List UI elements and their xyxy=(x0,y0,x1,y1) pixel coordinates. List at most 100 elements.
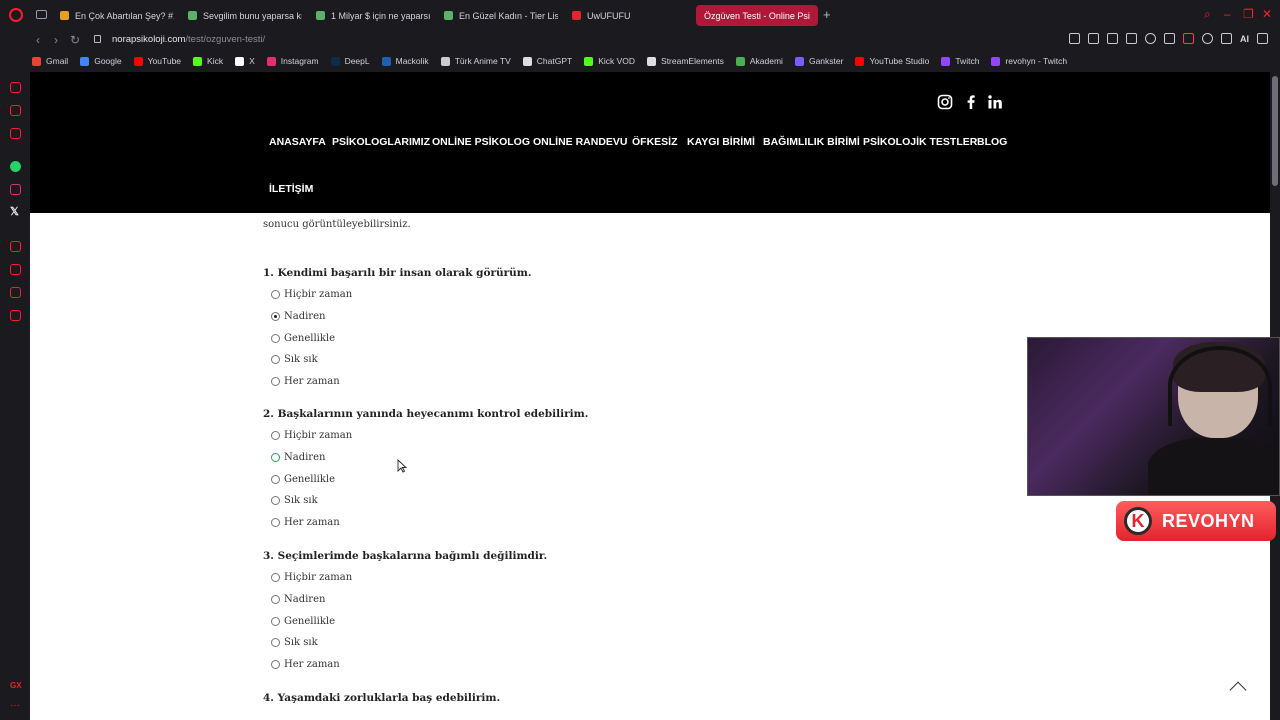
facebook-icon[interactable] xyxy=(963,94,979,110)
radio-button[interactable] xyxy=(271,311,280,321)
answer-option[interactable]: Hiçbir zaman xyxy=(271,572,352,583)
bookmark-item[interactable]: YouTube xyxy=(133,56,181,66)
nav-anxiety[interactable]: KAYGI BİRİMİ xyxy=(687,136,755,148)
url-field[interactable]: norapsikoloji.com/test/ozguven-testi/ xyxy=(112,34,265,45)
nav-home[interactable]: ANASAYFA xyxy=(269,136,326,148)
aria-icon[interactable] xyxy=(10,82,21,93)
radio-button[interactable] xyxy=(271,573,280,582)
radio-button[interactable] xyxy=(271,518,280,528)
nav-online-appointment[interactable]: ONLİNE RANDEVU xyxy=(533,136,628,148)
bookmark-item[interactable]: ChatGPT xyxy=(522,56,572,66)
radio-button[interactable] xyxy=(271,660,280,670)
radio-button[interactable] xyxy=(271,431,280,440)
lock-icon[interactable] xyxy=(94,35,101,43)
reload-icon[interactable]: ↻ xyxy=(70,33,80,47)
radio-button[interactable] xyxy=(271,355,280,365)
radio-button[interactable] xyxy=(271,290,280,299)
tab-4[interactable]: En Güzel Kadın - Tier List xyxy=(436,5,558,26)
bookmark-item[interactable]: revohyn - Twitch xyxy=(991,56,1067,66)
back-to-top-icon[interactable] xyxy=(1229,681,1247,699)
messenger-icon[interactable] xyxy=(10,128,21,139)
answer-option[interactable]: Nadiren xyxy=(271,311,325,322)
bookmark-item[interactable]: Kick VOD xyxy=(584,56,635,66)
answer-option[interactable]: Genellikle xyxy=(271,474,335,485)
nav-tests[interactable]: PSİKOLOJİK TESTLER xyxy=(863,136,977,148)
more-icon[interactable]: ··· xyxy=(10,701,21,713)
bookmark-item[interactable]: Mackolik xyxy=(381,56,429,66)
tab-overview-icon[interactable] xyxy=(36,10,47,19)
radio-button[interactable] xyxy=(271,616,280,626)
bookmark-item[interactable]: X xyxy=(235,56,255,66)
new-tab-button[interactable]: + xyxy=(823,8,831,21)
answer-option[interactable]: Her zaman xyxy=(271,376,340,387)
gx-icon[interactable]: GX xyxy=(10,680,22,691)
answer-option[interactable]: Hiçbir zaman xyxy=(271,289,352,300)
close-icon[interactable]: ✕ xyxy=(1262,8,1272,20)
extension-icon[interactable] xyxy=(1164,33,1175,44)
minimize-icon[interactable]: – xyxy=(1224,8,1231,20)
extensions-icon[interactable] xyxy=(10,287,21,298)
instagram-icon[interactable] xyxy=(10,184,21,195)
menu-icon[interactable] xyxy=(1257,33,1268,44)
ai-button[interactable]: AI xyxy=(1240,34,1249,44)
bookmark-item[interactable]: Türk Anime TV xyxy=(440,56,511,66)
bookmark-item[interactable]: YouTube Studio xyxy=(855,56,929,66)
heart-icon[interactable] xyxy=(1145,33,1156,44)
nav-ofkesiz[interactable]: ÖFKESİZ xyxy=(632,136,678,148)
answer-option[interactable]: Her zaman xyxy=(271,517,340,528)
bookmark-item[interactable]: Twitch xyxy=(941,56,979,66)
radio-button[interactable] xyxy=(271,638,280,648)
radio-button[interactable] xyxy=(271,496,280,506)
scrollbar-thumb[interactable] xyxy=(1272,76,1278,186)
bookmark-item[interactable]: Gmail xyxy=(32,56,68,66)
forward-icon[interactable]: › xyxy=(54,33,58,47)
linkedin-icon[interactable] xyxy=(987,94,1003,110)
nav-addiction[interactable]: BAĞIMLILIK BİRİMİ xyxy=(763,136,860,148)
shield-icon[interactable] xyxy=(1107,33,1118,44)
nav-psychologists[interactable]: PSİKOLOGLARIMIZ xyxy=(332,136,430,148)
bookmark-item[interactable]: Google xyxy=(80,56,122,66)
x-icon[interactable]: 𝕏 xyxy=(10,207,21,218)
nav-contact[interactable]: İLETİŞİM xyxy=(269,183,313,195)
bookmark-item[interactable]: Instagram xyxy=(266,56,319,66)
radio-button[interactable] xyxy=(271,474,280,484)
bookmark-item[interactable]: Kick xyxy=(193,56,223,66)
tab-2[interactable]: Sevgilim bunu yaparsa kız xyxy=(180,5,302,26)
bookmark-icon[interactable] xyxy=(1069,33,1080,44)
nav-online-psychologist[interactable]: ONLİNE PSİKOLOG xyxy=(432,136,530,148)
tab-3[interactable]: 1 Milyar $ için ne yaparsın xyxy=(308,5,430,26)
bookmark-item[interactable]: Gankster xyxy=(794,56,843,66)
search-icon[interactable]: ⌕ xyxy=(1204,8,1211,20)
answer-option[interactable]: Sık sık xyxy=(271,354,318,365)
bookmark-item[interactable]: DeepL xyxy=(330,56,370,66)
nav-blog[interactable]: BLOG xyxy=(977,136,1007,148)
bookmark-item[interactable]: Akademi xyxy=(735,56,783,66)
maximize-icon[interactable]: ❐ xyxy=(1243,8,1254,20)
whatsapp-icon[interactable] xyxy=(10,161,21,172)
tab-1[interactable]: En Çok Abartılan Şey? #1 · xyxy=(52,5,174,26)
back-icon[interactable]: ‹ xyxy=(36,33,40,47)
answer-option[interactable]: Hiçbir zaman xyxy=(271,430,352,441)
download-icon[interactable] xyxy=(1221,33,1232,44)
tab-5[interactable]: UwUFUFU xyxy=(564,5,686,26)
puzzle-icon[interactable] xyxy=(1202,33,1213,44)
play-icon[interactable] xyxy=(1126,33,1137,44)
radio-button[interactable] xyxy=(271,452,280,462)
history-icon[interactable] xyxy=(10,264,21,275)
answer-option[interactable]: Sık sık xyxy=(271,495,318,506)
answer-option[interactable]: Sık sık xyxy=(271,637,318,648)
answer-option[interactable]: Her zaman xyxy=(271,659,340,670)
radio-button[interactable] xyxy=(271,333,280,343)
twitch-icon[interactable] xyxy=(10,105,21,116)
instagram-icon[interactable] xyxy=(937,94,953,110)
settings-icon[interactable] xyxy=(10,310,21,321)
answer-option[interactable]: Nadiren xyxy=(271,594,325,605)
opera-logo-icon[interactable] xyxy=(9,8,23,22)
radio-button[interactable] xyxy=(271,377,280,387)
answer-option[interactable]: Genellikle xyxy=(271,616,335,627)
snapshot-icon[interactable] xyxy=(1088,33,1099,44)
answer-option[interactable]: Nadiren xyxy=(271,452,325,463)
player-icon[interactable] xyxy=(10,241,21,252)
radio-button[interactable] xyxy=(271,594,280,604)
bookmark-item[interactable]: StreamElements xyxy=(647,56,724,66)
